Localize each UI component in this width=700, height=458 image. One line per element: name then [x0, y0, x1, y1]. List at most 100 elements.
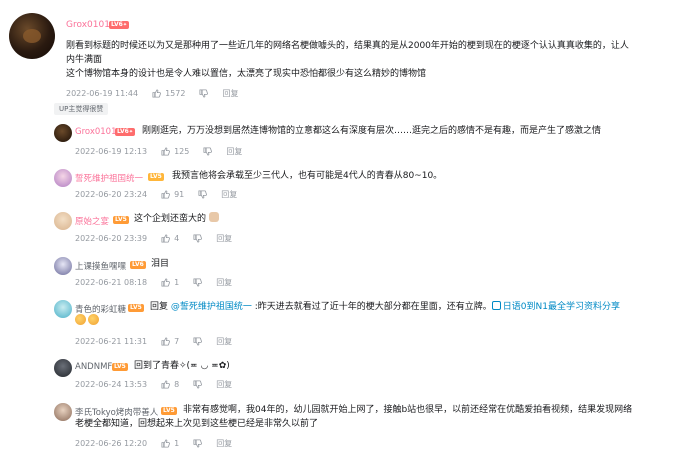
avatar[interactable]: [9, 13, 55, 59]
thumbs-down-icon: [193, 234, 203, 243]
level-badge: LV6✦: [115, 128, 136, 136]
username[interactable]: Grox0101: [66, 20, 110, 30]
username[interactable]: 原始之宴: [75, 215, 109, 227]
level-badge: LV5: [113, 216, 129, 224]
avatar[interactable]: [54, 169, 72, 187]
timestamp: 2022-06-19 12:13: [75, 147, 148, 156]
thumbs-down-icon: [193, 337, 203, 346]
mention-link[interactable]: @誓死维护祖国统一: [171, 302, 252, 312]
reply-button[interactable]: 回复: [226, 146, 242, 157]
timestamp: 2022-06-19 11:44: [66, 89, 139, 98]
timestamp: 2022-06-21 08:18: [75, 278, 148, 287]
reply-text: 回复 @誓死维护祖国统一 :昨天进去就看过了近十年的梗大部分都在里面，还有立牌。…: [150, 301, 620, 312]
like-button[interactable]: 125: [161, 147, 189, 156]
reply-button[interactable]: 回复: [216, 233, 232, 244]
face-emoji-icon: [88, 314, 99, 325]
reply-emojis: [75, 314, 101, 328]
avatar[interactable]: [54, 257, 72, 275]
level-badge: LV5: [128, 304, 144, 312]
timestamp: 2022-06-20 23:24: [75, 190, 148, 199]
dislike-button[interactable]: [199, 89, 209, 98]
like-count: 8: [174, 380, 180, 389]
timestamp: 2022-06-26 12:20: [75, 439, 148, 448]
reply-meta: 2022-06-26 12:20 1 回复: [75, 438, 232, 449]
thumbs-up-icon: [161, 439, 171, 448]
thumbs-up-icon: [161, 380, 171, 389]
comment-text: 刚看到标题的时候还以为又是那种用了一些近几年的网络名梗做噱头的，结果真的是从20…: [66, 41, 629, 51]
reply-button[interactable]: 回复: [216, 379, 232, 390]
dislike-button[interactable]: [203, 147, 213, 156]
comment-text: 内牛满面: [66, 55, 103, 65]
username[interactable]: Grox0101: [75, 127, 117, 137]
level-badge: LV6: [130, 261, 146, 269]
thumbs-up-icon: [161, 147, 171, 156]
reply-meta: 2022-06-20 23:24 91 回复: [75, 189, 237, 200]
dislike-button[interactable]: [193, 337, 203, 346]
like-count: 4: [174, 234, 180, 243]
comment-meta: 2022-06-19 11:44 1572 回复: [66, 88, 238, 99]
like-button[interactable]: 1: [161, 278, 179, 287]
reply-text: 这个企划还蛮大的: [134, 212, 219, 226]
up-liked-badge: UP主觉得很赞: [54, 103, 109, 115]
reply-button[interactable]: 回复: [221, 189, 237, 200]
bear-emoji-icon: [208, 212, 219, 222]
search-icon: [491, 301, 501, 310]
face-emoji-icon: [75, 314, 86, 325]
reply-text: 我预言他将会承载至少三代人，也有可能是4代人的青春从80~10。: [172, 171, 443, 181]
level-badge: LV5: [161, 407, 177, 415]
dislike-button[interactable]: [193, 278, 203, 287]
thumbs-up-icon: [161, 190, 171, 199]
reply-meta: 2022-06-21 08:18 1 回复: [75, 277, 232, 288]
avatar[interactable]: [54, 212, 72, 230]
timestamp: 2022-06-21 11:31: [75, 337, 148, 346]
thumbs-up-icon: [152, 89, 162, 98]
reply-text: 刚刚逛完，万万没想到居然连博物馆的立意都这么有深度有层次……逛完之后的感情不是有…: [142, 126, 602, 136]
reply-button[interactable]: 回复: [222, 88, 238, 99]
reply-meta: 2022-06-24 13:53 8 回复: [75, 379, 232, 390]
avatar[interactable]: [54, 359, 72, 377]
like-count: 1: [174, 439, 180, 448]
reply-text: 回到了青春✧(≖ ◡ ≖✿): [134, 361, 230, 371]
reply-meta: 2022-06-20 23:39 4 回复: [75, 233, 232, 244]
avatar[interactable]: [54, 300, 72, 318]
reply-button[interactable]: 回复: [216, 277, 232, 288]
level-badge: LV6✦: [109, 21, 130, 29]
reply-button[interactable]: 回复: [216, 438, 232, 449]
search-link[interactable]: 日语0到N1最全学习资料分享: [491, 301, 620, 312]
like-count: 91: [174, 190, 185, 199]
username[interactable]: ANDNMF: [75, 362, 112, 372]
like-count: 125: [174, 147, 190, 156]
dislike-button[interactable]: [193, 380, 203, 389]
reply-meta: 2022-06-21 11:31 7 回复: [75, 336, 232, 347]
username[interactable]: 誓死维护祖国统一: [75, 172, 143, 184]
like-count: 1572: [165, 89, 186, 98]
level-badge: LV5: [112, 363, 128, 371]
like-button[interactable]: 1572: [152, 89, 185, 98]
thumbs-up-icon: [161, 234, 171, 243]
reply-text: 老梗全都知道，回想起来上次见到这些梗已经是非常久以前了: [75, 419, 319, 429]
thumbs-down-icon: [193, 380, 203, 389]
reply-text: 非常有感觉啊，我04年的，幼儿园就开始上网了，接触b站也很早，以前还经常在优酷爱…: [183, 405, 633, 415]
reply-button[interactable]: 回复: [216, 336, 232, 347]
timestamp: 2022-06-20 23:39: [75, 234, 148, 243]
username[interactable]: 上课摸鱼嘿嘿: [75, 260, 126, 272]
like-button[interactable]: 4: [161, 234, 179, 243]
like-button[interactable]: 7: [161, 337, 179, 346]
like-button[interactable]: 8: [161, 380, 179, 389]
thumbs-up-icon: [161, 278, 171, 287]
like-button[interactable]: 91: [161, 190, 184, 199]
reply-meta: 2022-06-19 12:13 125 回复: [75, 146, 242, 157]
like-count: 1: [174, 278, 180, 287]
dislike-button[interactable]: [193, 439, 203, 448]
thumbs-down-icon: [203, 147, 213, 156]
like-button[interactable]: 1: [161, 439, 179, 448]
thumbs-down-icon: [193, 278, 203, 287]
thumbs-down-icon: [198, 190, 208, 199]
comment-text: 这个博物馆本身的设计也是令人难以置信，太漂亮了现实中恐怕都很少有这么精妙的博物馆: [66, 69, 427, 79]
dislike-button[interactable]: [193, 234, 203, 243]
thumbs-down-icon: [199, 89, 209, 98]
dislike-button[interactable]: [198, 190, 208, 199]
avatar[interactable]: [54, 124, 72, 142]
avatar[interactable]: [54, 403, 72, 421]
timestamp: 2022-06-24 13:53: [75, 380, 148, 389]
